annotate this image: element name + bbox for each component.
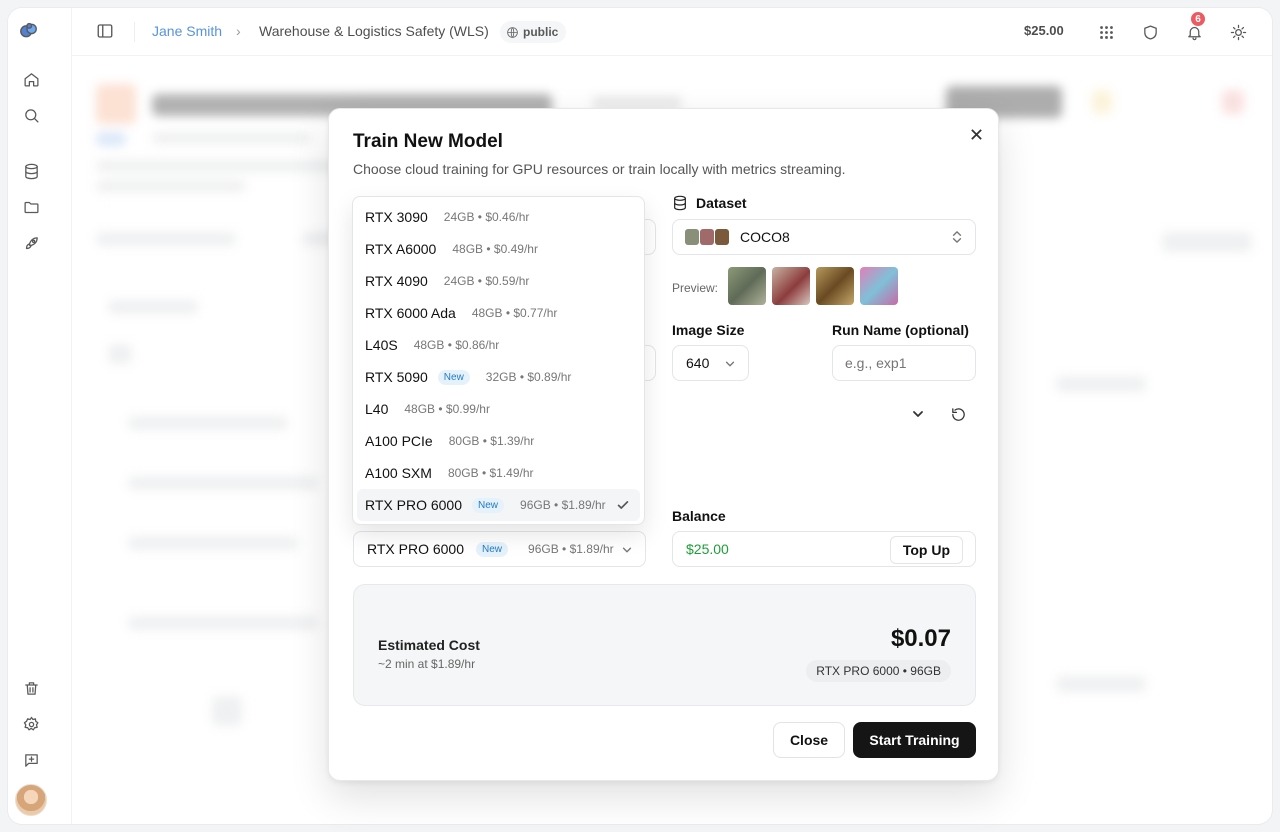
estimated-cost-value: $0.07	[890, 625, 951, 652]
gpu-option-spec: 48GB • $0.99/hr	[404, 402, 490, 416]
dialog-title: Train New Model	[353, 131, 503, 152]
gpu-option-name: L40S	[365, 337, 398, 353]
gpu-option-name: RTX 3090	[365, 209, 428, 225]
new-badge: New	[476, 541, 509, 557]
run-name-input[interactable]	[832, 345, 976, 381]
gpu-select[interactable]: RTX PRO 6000 New 96GB • $1.89/hr	[353, 531, 646, 567]
balance-field: $25.00 Top Up	[672, 531, 976, 567]
gpu-option-selected[interactable]: RTX PRO 6000 New 96GB • $1.89/hr	[357, 489, 640, 521]
gpu-option-name: RTX 5090	[365, 369, 428, 385]
preview-image[interactable]	[728, 267, 766, 305]
balance-label: Balance	[672, 508, 726, 524]
close-icon[interactable]	[967, 125, 985, 143]
estimated-cost-gpu-badge: RTX PRO 6000 • 96GB	[806, 660, 951, 682]
gpu-option-name: RTX 4090	[365, 273, 428, 289]
dataset-thumbnails	[685, 229, 730, 245]
estimated-cost-card: Estimated Cost ~2 min at $1.89/hr $0.07 …	[353, 584, 976, 706]
preview-image[interactable]	[772, 267, 810, 305]
chevron-down-icon[interactable]	[911, 407, 927, 423]
gpu-option-spec: 24GB • $0.46/hr	[443, 210, 530, 224]
gpu-option[interactable]: A100 SXM 80GB • $1.49/hr	[357, 457, 640, 489]
run-name-label: Run Name (optional)	[832, 322, 969, 338]
start-training-button[interactable]: Start Training	[853, 722, 976, 758]
gpu-option-spec: 80GB • $1.49/hr	[447, 466, 534, 480]
image-size-label: Image Size	[672, 322, 745, 338]
gpu-option-name: A100 PCIe	[365, 433, 433, 449]
reset-icon[interactable]	[950, 406, 968, 424]
gpu-select-name: RTX PRO 6000	[367, 541, 465, 557]
dataset-label-row: Dataset	[672, 195, 747, 211]
close-button[interactable]: Close	[773, 722, 845, 758]
gpu-option-spec: 24GB • $0.59/hr	[443, 274, 530, 288]
dataset-select[interactable]: COCO8	[672, 219, 976, 255]
estimated-cost-label: Estimated Cost	[378, 637, 480, 653]
gpu-option[interactable]: RTX 5090 New 32GB • $0.89/hr	[357, 361, 640, 393]
gpu-dropdown-menu: RTX 3090 24GB • $0.46/hr RTX A6000 48GB …	[352, 196, 645, 525]
preview-image[interactable]	[816, 267, 854, 305]
balance-value: $25.00	[686, 541, 729, 557]
gpu-option-name: RTX A6000	[365, 241, 437, 257]
dataset-value: COCO8	[740, 229, 790, 245]
gpu-option[interactable]: RTX 3090 24GB • $0.46/hr	[357, 201, 640, 233]
gpu-option-spec: 96GB • $1.89/hr	[520, 498, 606, 512]
gpu-option[interactable]: RTX 4090 24GB • $0.59/hr	[357, 265, 640, 297]
gpu-option-spec: 48GB • $0.86/hr	[413, 338, 500, 352]
image-size-value: 640	[686, 355, 710, 371]
gpu-option-spec: 32GB • $0.89/hr	[485, 370, 572, 384]
estimated-cost-detail: ~2 min at $1.89/hr	[378, 657, 476, 671]
gpu-option-spec: 80GB • $1.39/hr	[448, 434, 535, 448]
gpu-option-spec: 48GB • $0.49/hr	[452, 242, 538, 256]
new-badge: New	[472, 497, 505, 513]
chevron-down-icon	[724, 357, 736, 373]
gpu-option-name: L40	[365, 401, 389, 417]
dataset-label: Dataset	[696, 195, 747, 211]
new-badge: New	[437, 369, 470, 385]
chevron-updown-icon	[951, 230, 963, 247]
gpu-option[interactable]: L40S 48GB • $0.86/hr	[357, 329, 640, 361]
gpu-option[interactable]: RTX A6000 48GB • $0.49/hr	[357, 233, 640, 265]
gpu-option-name: RTX 6000 Ada	[365, 305, 456, 321]
preview-label: Preview:	[672, 281, 719, 295]
chevron-down-icon	[621, 543, 633, 559]
database-icon	[674, 195, 686, 211]
gpu-option-spec: 48GB • $0.77/hr	[471, 306, 558, 320]
top-up-button[interactable]: Top Up	[889, 536, 963, 564]
gpu-option[interactable]: RTX 6000 Ada 48GB • $0.77/hr	[357, 297, 640, 329]
gpu-option[interactable]: A100 PCIe 80GB • $1.39/hr	[357, 425, 640, 457]
gpu-option-name: RTX PRO 6000	[365, 497, 463, 513]
check-icon	[616, 498, 630, 515]
gpu-option-name: A100 SXM	[365, 465, 432, 481]
gpu-select-spec: 96GB • $1.89/hr	[528, 542, 614, 556]
dialog-subtitle: Choose cloud training for GPU resources …	[353, 161, 846, 177]
gpu-option[interactable]: L40 48GB • $0.99/hr	[357, 393, 640, 425]
image-size-select[interactable]: 640	[672, 345, 749, 381]
preview-image[interactable]	[860, 267, 898, 305]
